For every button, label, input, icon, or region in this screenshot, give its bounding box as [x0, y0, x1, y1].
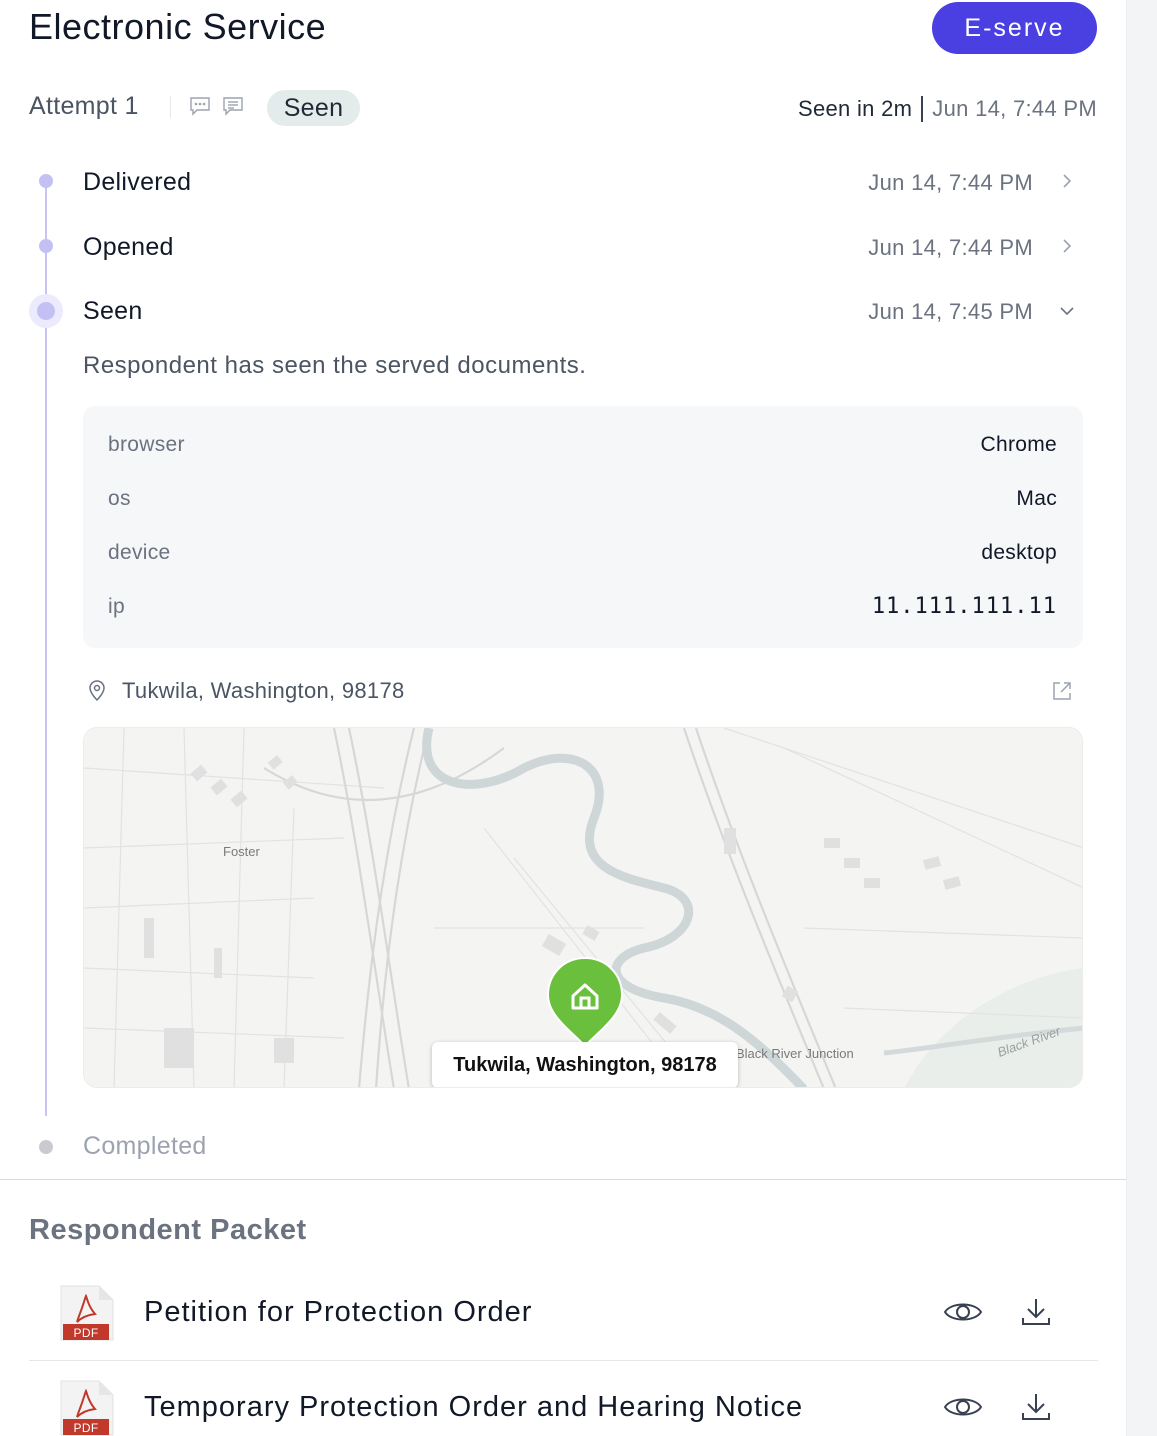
- comment-dots-icon[interactable]: [189, 96, 211, 116]
- document-name[interactable]: Temporary Protection Order and Hearing N…: [144, 1391, 803, 1424]
- meta-value: Chrome: [980, 433, 1057, 456]
- attempt-label: Attempt 1: [29, 92, 139, 120]
- event-label-delivered: Delivered: [83, 168, 192, 196]
- timeline-dot-delivered: [39, 174, 53, 188]
- meta-key: ip: [108, 594, 125, 618]
- chevron-down-icon[interactable]: [1058, 302, 1076, 320]
- download-icon[interactable]: [1019, 1391, 1053, 1423]
- chevron-right-icon[interactable]: [1058, 172, 1076, 190]
- eserve-button[interactable]: E-serve: [932, 2, 1097, 54]
- device-metadata-panel: browser Chrome os Mac device desktop ip …: [83, 406, 1083, 648]
- event-time-delivered: Jun 14, 7:44 PM: [868, 170, 1033, 195]
- pdf-label: PDF: [74, 1421, 99, 1435]
- timeline-dot-seen: [37, 302, 55, 320]
- pdf-file-icon: PDF: [57, 1284, 115, 1342]
- external-link-icon[interactable]: [1051, 680, 1073, 702]
- summary-separator: [921, 96, 924, 122]
- event-label-completed: Completed: [83, 1132, 207, 1160]
- timeline-dot-opened: [39, 239, 53, 253]
- comment-lines-icon[interactable]: [222, 96, 244, 116]
- chevron-right-icon[interactable]: [1058, 237, 1076, 255]
- download-icon[interactable]: [1019, 1296, 1053, 1328]
- timeline-dot-completed: [39, 1140, 53, 1154]
- pdf-file-icon: PDF: [57, 1379, 115, 1436]
- seen-in-text: Seen in 2m: [797, 96, 913, 121]
- location-pin-icon: [86, 678, 108, 702]
- seen-timestamp: Jun 14, 7:44 PM: [932, 96, 1097, 121]
- home-marker-icon[interactable]: [546, 956, 624, 1048]
- eye-icon[interactable]: [943, 1393, 983, 1421]
- status-badge: Seen: [267, 90, 360, 126]
- meta-row-browser: browser Chrome: [108, 433, 1057, 457]
- document-row[interactable]: PDF Petition for Protection Order: [29, 1266, 1098, 1361]
- event-label-seen: Seen: [83, 297, 143, 325]
- meta-value-ip: 11.111.111.11: [871, 594, 1057, 619]
- eye-icon[interactable]: [943, 1298, 983, 1326]
- seen-summary: Seen in 2m Jun 14, 7:44 PM: [798, 96, 1097, 122]
- meta-key: os: [108, 487, 131, 510]
- location-text: Tukwila, Washington, 98178: [122, 678, 405, 703]
- event-label-opened: Opened: [83, 233, 174, 261]
- meta-row-os: os Mac: [108, 487, 1057, 511]
- attempt-divider: [170, 96, 171, 118]
- event-time-seen: Jun 14, 7:45 PM: [868, 299, 1033, 324]
- meta-key: browser: [108, 433, 185, 456]
- pdf-label: PDF: [74, 1326, 99, 1340]
- document-row[interactable]: PDF Temporary Protection Order and Heari…: [29, 1361, 1098, 1436]
- meta-value: Mac: [1016, 487, 1057, 510]
- document-name[interactable]: Petition for Protection Order: [144, 1296, 532, 1329]
- meta-row-device: device desktop: [108, 541, 1057, 565]
- packet-title: Respondent Packet: [29, 1214, 307, 1246]
- map-tooltip: Tukwila, Washington, 98178: [432, 1042, 738, 1087]
- meta-key: device: [108, 541, 171, 564]
- page-title: Electronic Service: [29, 6, 327, 47]
- event-description: Respondent has seen the served documents…: [83, 352, 587, 379]
- map-label-black-river-junction: Black River Junction: [736, 1046, 854, 1061]
- meta-row-ip: ip 11.111.111.11: [108, 594, 1057, 619]
- map-label-foster: Foster: [223, 844, 260, 859]
- section-divider: [0, 1179, 1126, 1180]
- right-scroll-strip: [1126, 0, 1157, 1436]
- event-time-opened: Jun 14, 7:44 PM: [868, 235, 1033, 260]
- meta-value: desktop: [981, 541, 1057, 564]
- location-map[interactable]: Foster Black River Junction Black River …: [83, 727, 1083, 1088]
